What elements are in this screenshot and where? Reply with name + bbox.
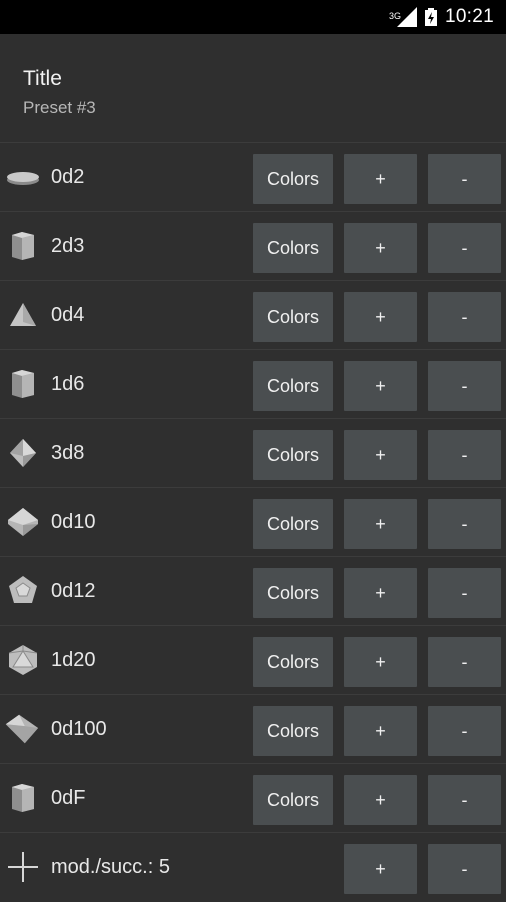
increment-button[interactable]: + <box>344 292 417 342</box>
dice-row-d12: 0d12 Colors + - <box>0 557 506 626</box>
dice-row-d100: 0d100 Colors + - <box>0 695 506 764</box>
battery-icon <box>424 8 437 26</box>
decrement-button[interactable]: - <box>428 154 501 204</box>
dice-label: 1d20 <box>51 649 96 671</box>
signal-icon: 3G <box>389 7 417 27</box>
increment-button[interactable]: + <box>344 706 417 756</box>
dice-label: 0d4 <box>51 304 85 326</box>
decrement-button[interactable]: - <box>428 292 501 342</box>
colors-button[interactable]: Colors <box>253 568 333 618</box>
dice-label: 1d6 <box>51 373 85 395</box>
increment-button[interactable]: + <box>344 568 417 618</box>
increment-button[interactable]: + <box>344 775 417 825</box>
modifier-label: mod./succ.: 5 <box>51 856 170 878</box>
dice-row-d10: 0d10 Colors + - <box>0 488 506 557</box>
dice-row-d20: 1d20 Colors + - <box>0 626 506 695</box>
decrement-button[interactable]: - <box>428 775 501 825</box>
dF-icon <box>6 781 40 815</box>
dice-label: 0d10 <box>51 511 96 533</box>
d10-icon <box>6 505 40 539</box>
colors-button[interactable]: Colors <box>253 154 333 204</box>
d12-icon <box>6 574 40 608</box>
page-subtitle: Preset #3 <box>23 98 96 117</box>
increment-button[interactable]: + <box>344 154 417 204</box>
d2-icon <box>6 160 40 194</box>
colors-button[interactable]: Colors <box>253 361 333 411</box>
dice-row-d2: 0d2 Colors + - <box>0 143 506 212</box>
increment-button[interactable]: + <box>344 223 417 273</box>
dice-label: 3d8 <box>51 442 85 464</box>
plus-icon <box>6 850 40 884</box>
status-bar: 3G 10:21 <box>0 0 506 34</box>
modifier-decrement-button[interactable]: - <box>428 844 501 894</box>
increment-button[interactable]: + <box>344 637 417 687</box>
colors-button[interactable]: Colors <box>253 499 333 549</box>
decrement-button[interactable]: - <box>428 361 501 411</box>
decrement-button[interactable]: - <box>428 499 501 549</box>
d100-icon <box>5 712 40 746</box>
dice-label: 0d2 <box>51 166 85 188</box>
d4-icon <box>6 298 40 332</box>
increment-button[interactable]: + <box>344 361 417 411</box>
colors-button[interactable]: Colors <box>253 637 333 687</box>
d20-icon <box>6 643 40 677</box>
decrement-button[interactable]: - <box>428 568 501 618</box>
dice-label: 0d12 <box>51 580 96 602</box>
dice-label: 2d3 <box>51 235 85 257</box>
increment-button[interactable]: + <box>344 499 417 549</box>
dice-row-dF: 0dF Colors + - <box>0 764 506 833</box>
decrement-button[interactable]: - <box>428 223 501 273</box>
d3-icon <box>6 229 40 263</box>
d8-icon <box>6 436 40 470</box>
dice-label: 0d100 <box>51 718 107 740</box>
dice-row-d4: 0d4 Colors + - <box>0 281 506 350</box>
colors-button[interactable]: Colors <box>253 430 333 480</box>
colors-button[interactable]: Colors <box>253 706 333 756</box>
decrement-button[interactable]: - <box>428 706 501 756</box>
dice-label: 0dF <box>51 787 86 809</box>
preset-header: Title Preset #3 <box>0 34 506 143</box>
modifier-row: mod./succ.: 5 + - <box>0 833 506 902</box>
dice-row-d6: 1d6 Colors + - <box>0 350 506 419</box>
dice-row-d3: 2d3 Colors + - <box>0 212 506 281</box>
status-icons: 3G 10:21 <box>389 0 494 34</box>
dice-list: 0d2 Colors + - 2d3 Colors + - 0d4 Colors… <box>0 143 506 902</box>
d6-icon <box>6 367 40 401</box>
modifier-increment-button[interactable]: + <box>344 844 417 894</box>
network-type: 3G <box>388 11 401 21</box>
colors-button[interactable]: Colors <box>253 292 333 342</box>
colors-button[interactable]: Colors <box>253 775 333 825</box>
decrement-button[interactable]: - <box>428 430 501 480</box>
colors-button[interactable]: Colors <box>253 223 333 273</box>
clock: 10:21 <box>444 6 494 27</box>
increment-button[interactable]: + <box>344 430 417 480</box>
dice-row-d8: 3d8 Colors + - <box>0 419 506 488</box>
page-title: Title <box>23 67 62 90</box>
decrement-button[interactable]: - <box>428 637 501 687</box>
